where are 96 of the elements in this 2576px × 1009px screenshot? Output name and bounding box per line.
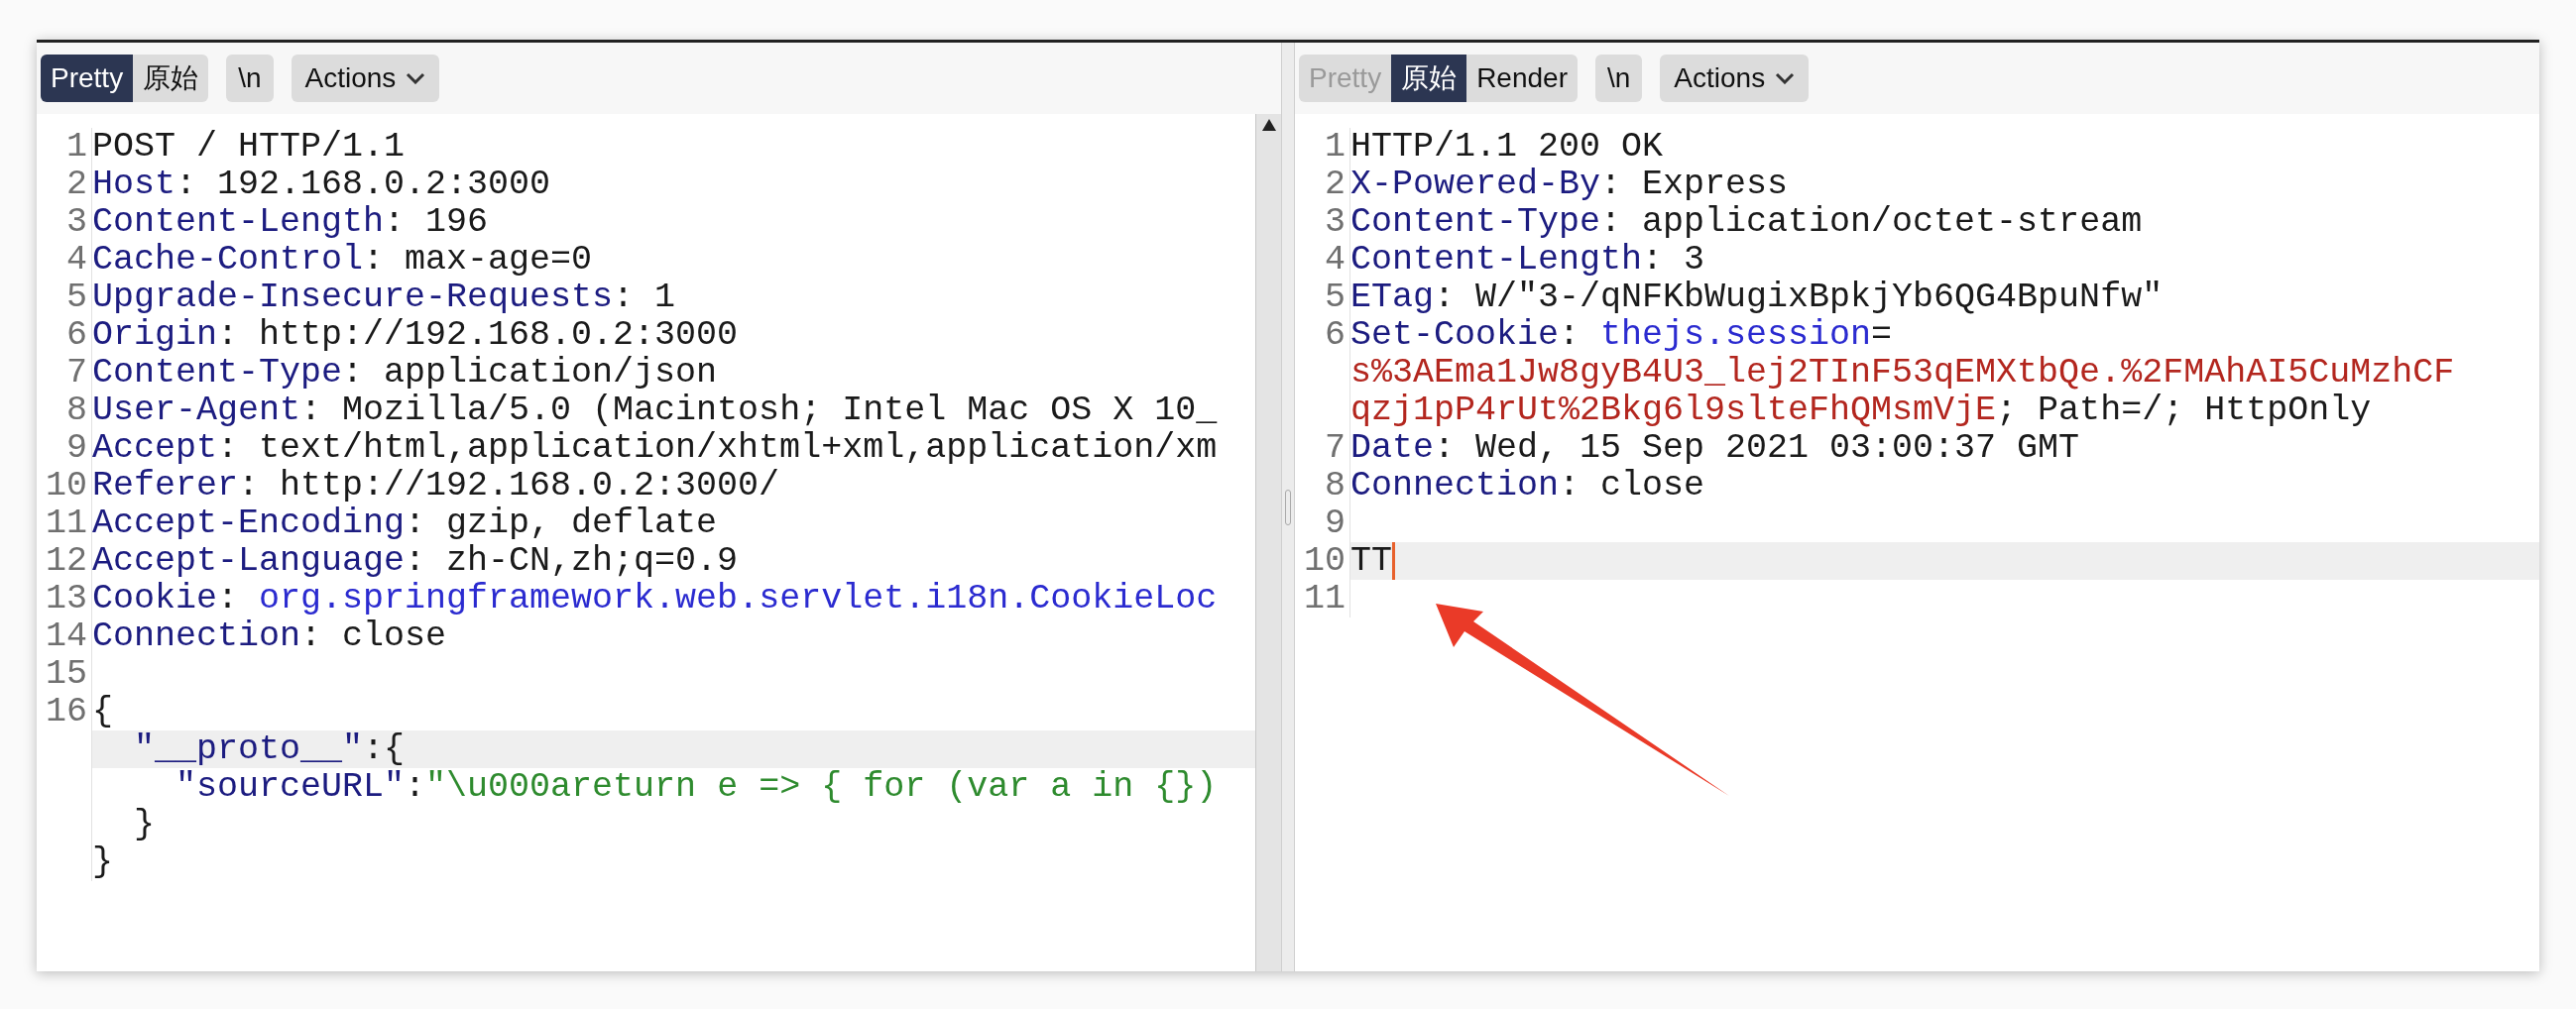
header-name: "__proto__" [133,730,364,768]
code-text: : [1559,316,1581,354]
code-text: : application/json [342,354,718,392]
cookie-value: s%3AEma1Jw8gyB4U3_lej2TInF53qEMXtbQe.%2FMAhAI5CuMzhCF [1350,354,2455,392]
code-text: : 1 [613,279,676,316]
line-number: 3 [1325,202,1346,242]
line-number: 7 [1325,428,1346,468]
view-tab[interactable]: Render [1466,55,1578,102]
header-name: Accept [92,429,218,467]
line-number: 3 [66,202,87,242]
chevron-down-icon [1775,72,1796,84]
header-name: Accept-Encoding [92,504,406,542]
code-text: :{ [363,730,406,768]
code-text: } [133,806,155,843]
header-name: Connection [92,617,301,655]
header-name: Accept-Language [92,542,406,580]
line-number: 4 [1325,240,1346,280]
line-number: 10 [1304,541,1346,581]
code-text: : 196 [384,203,489,241]
code-text: : http://192.168.0.2:3000 [217,316,739,354]
header-name: X-Powered-By [1350,166,1601,203]
header-name: Origin [92,316,218,354]
line-number: 11 [46,504,87,543]
string-literal: "\u000areturn e => { for (var a in {}) [425,768,1218,806]
actions-dropdown-button[interactable]: Actions [291,55,440,102]
header-name: ETag [1350,279,1434,316]
header-name: Cache-Control [92,241,364,279]
header-name: Content-Type [92,354,343,392]
line-number: 13 [46,579,87,618]
line-number: 6 [66,315,87,355]
code-text: : max-age=0 [363,241,593,279]
header-name: User-Agent [92,392,301,429]
code-text: : Wed, 15 Sep 2021 03:00:37 GMT [1434,429,2080,467]
code-text: : 192.168.0.2:3000 [176,166,551,203]
line-number: 16 [46,692,87,731]
cookie-name: thejs.session [1600,316,1872,354]
code-text: : close [300,617,447,655]
header-name: Cookie [92,580,218,617]
header-name: Date [1350,429,1434,467]
line-number: 12 [46,541,87,581]
line-number: 10 [46,466,87,505]
cookie-value: qzj1pP4rUt%2Bkg6l9slteFhQMsmVjE [1350,392,1997,429]
vertical-scrollbar[interactable] [1255,114,1281,971]
code-text: HTTP/1.1 200 OK [1350,128,1664,166]
cookie-name: org.springframework.web.servlet.i18n.CookieLoc [259,580,1218,617]
line-number: 5 [66,278,87,317]
code-text: : http://192.168.0.2:3000/ [238,467,780,504]
header-name: Upgrade-Insecure-Requests [92,279,614,316]
line-number: 8 [66,391,87,430]
line-number: 15 [46,654,87,694]
chevron-down-icon [406,72,426,84]
view-tab[interactable]: 原始 [133,55,209,102]
header-name: Content-Type [1350,203,1601,241]
view-tab[interactable]: Pretty [41,55,134,102]
code-text: } [92,843,113,881]
line-number: 1 [66,127,87,167]
view-tab[interactable]: 原始 [1391,55,1467,102]
code-text: : [405,768,426,806]
header-name: Set-Cookie [1350,316,1560,354]
code-text: : zh-CN,zh;q=0.9 [405,542,739,580]
line-number: 2 [1325,165,1346,204]
newline-toggle-button[interactable]: \n [226,55,274,102]
header-name: Content-Length [1350,241,1643,279]
header-name: Referer [92,467,239,504]
code-text: ; Path=/; HttpOnly [1996,392,2372,429]
code-text: : close [1559,467,1705,504]
code-text: : Express [1600,166,1789,203]
code-text: : text/html,application/xhtml+xml,application/xm [217,429,1218,467]
code-text: : gzip, deflate [405,504,718,542]
code-text: : 3 [1642,241,1705,279]
header-name: "sourceURL" [175,768,406,806]
code-text: : [217,580,240,617]
header-name: Content-Length [92,203,385,241]
line-number: 1 [1325,127,1346,167]
line-number: 4 [66,240,87,280]
code-text: : application/octet-stream [1600,203,2143,241]
code-text: TT [1350,542,1392,580]
line-number: 8 [1325,466,1346,505]
scroll-up-arrow-icon[interactable] [1260,118,1277,132]
code-text: : Mozilla/5.0 (Macintosh; Intel Mac OS X 10_ [300,392,1218,429]
line-number: 14 [46,617,87,656]
line-number: 9 [1325,504,1346,543]
line-number: 5 [1325,278,1346,317]
newline-toggle-button[interactable]: \n [1595,55,1643,102]
code-text: POST / HTTP/1.1 [92,128,406,166]
line-number: 6 [1325,315,1346,355]
code-text: : W/"3-/qNFKbWugixBpkjYb6QG4BpuNfw" [1434,279,2164,316]
line-number: 9 [66,428,87,468]
line-number: 2 [66,165,87,204]
header-name: Connection [1350,467,1560,504]
line-number: 7 [66,353,87,392]
actions-dropdown-button[interactable]: Actions [1660,55,1810,102]
code-text: { [92,693,113,730]
line-number: 11 [1304,579,1346,618]
header-name: Host [92,166,176,203]
code-text: = [1871,316,1893,354]
